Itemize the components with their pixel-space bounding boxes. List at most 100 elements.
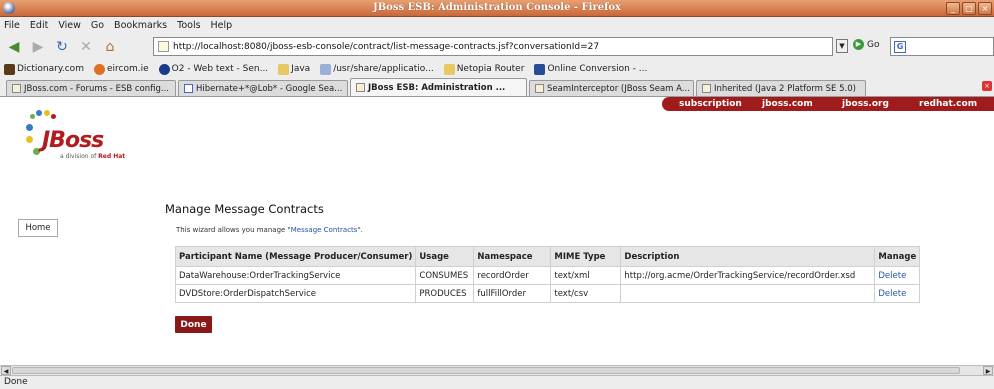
bookmarks-toolbar: Dictionary.com eircom.ie O2 - Web text -… bbox=[0, 60, 994, 78]
minimize-icon[interactable]: _ bbox=[946, 2, 960, 15]
cell-namespace: fullFillOrder bbox=[473, 284, 552, 303]
scrollbar-thumb[interactable] bbox=[12, 367, 960, 374]
bookmark-favicon-icon bbox=[93, 63, 105, 75]
logo-subtitle: a division of Red Hat bbox=[60, 153, 126, 160]
menu-bookmarks[interactable]: Bookmarks bbox=[114, 20, 167, 31]
url-bar[interactable]: http://localhost:8080/jboss-esb-console/… bbox=[153, 37, 833, 56]
cell-usage: PRODUCES bbox=[415, 284, 475, 303]
cell-participant: DataWarehouse:OrderTrackingService bbox=[174, 266, 417, 285]
home-icon[interactable]: ⌂ bbox=[100, 37, 120, 57]
reload-icon[interactable]: ↻ bbox=[52, 37, 72, 57]
bookmark-item[interactable]: eircom.ie bbox=[93, 63, 149, 75]
go-label: Go bbox=[867, 39, 880, 50]
menu-view[interactable]: View bbox=[58, 20, 81, 31]
bookmark-favicon-icon bbox=[4, 63, 15, 75]
bookmark-item[interactable]: Java bbox=[278, 63, 310, 75]
close-icon[interactable]: × bbox=[978, 2, 992, 15]
logo-dot bbox=[26, 136, 33, 143]
page-favicon-icon bbox=[158, 41, 169, 52]
close-tab-icon[interactable]: × bbox=[982, 81, 992, 91]
delete-link[interactable]: Delete bbox=[874, 284, 921, 303]
bookmark-item[interactable]: O2 - Web text - Sen... bbox=[158, 63, 268, 75]
bookmark-item[interactable]: Dictionary.com bbox=[4, 63, 84, 75]
logo-wordmark: JBoss bbox=[42, 128, 104, 153]
go-arrow-icon: ▶ bbox=[853, 39, 864, 50]
tab-favicon-icon bbox=[12, 84, 21, 93]
browser-tab[interactable]: SeamInterceptor (JBoss Seam A... bbox=[529, 80, 694, 96]
menu-tools[interactable]: Tools bbox=[177, 20, 200, 31]
col-usage: Usage bbox=[415, 246, 475, 267]
col-mime-type: MIME Type bbox=[550, 246, 622, 267]
scroll-left-icon[interactable]: ◀ bbox=[1, 366, 11, 375]
cell-usage: CONSUMES bbox=[415, 266, 475, 285]
tab-favicon-icon bbox=[356, 83, 365, 92]
logo-dot bbox=[30, 114, 35, 119]
tab-favicon-icon bbox=[184, 84, 193, 93]
home-link[interactable]: Home bbox=[18, 219, 58, 237]
window-controls: _ □ × bbox=[946, 2, 992, 15]
go-button[interactable]: ▶ Go bbox=[853, 39, 879, 50]
site-links-bar: subscription jboss.com jboss.org redhat.… bbox=[662, 97, 994, 111]
cell-participant: DVDStore:OrderDispatchService bbox=[174, 284, 417, 303]
menu-bar: File Edit View Go Bookmarks Tools Help bbox=[0, 17, 994, 34]
link-jboss-com[interactable]: jboss.com bbox=[762, 99, 813, 109]
col-participant: Participant Name (Message Producer/Consu… bbox=[174, 246, 417, 267]
folder-icon bbox=[443, 63, 455, 75]
bookmark-favicon-icon bbox=[158, 63, 170, 75]
delete-link[interactable]: Delete bbox=[874, 266, 921, 285]
bookmark-item[interactable]: Netopia Router bbox=[443, 63, 524, 75]
tab-favicon-icon bbox=[702, 84, 711, 93]
cell-description: http://org.acme/OrderTrackingService/rec… bbox=[620, 266, 876, 285]
scroll-right-icon[interactable]: ▶ bbox=[983, 366, 993, 375]
url-dropdown-icon[interactable]: ▼ bbox=[836, 39, 848, 53]
file-icon bbox=[320, 63, 332, 75]
navigation-toolbar: ◀ ▶ ↻ ✕ ⌂ http://localhost:8080/jboss-es… bbox=[0, 34, 994, 60]
page-title: Manage Message Contracts bbox=[165, 202, 324, 216]
stop-icon[interactable]: ✕ bbox=[76, 37, 96, 57]
table-header-row: Participant Name (Message Producer/Consu… bbox=[174, 246, 921, 267]
col-manage: Manage bbox=[874, 246, 921, 267]
url-text: http://localhost:8080/jboss-esb-console/… bbox=[173, 41, 600, 52]
bookmark-item[interactable]: Online Conversion - ... bbox=[534, 63, 647, 75]
cell-description bbox=[620, 284, 876, 303]
jboss-logo: JBoss a division of Red Hat bbox=[24, 110, 144, 170]
table-row: DataWarehouse:OrderTrackingService CONSU… bbox=[174, 266, 921, 285]
menu-file[interactable]: File bbox=[4, 20, 20, 31]
done-button[interactable]: Done bbox=[175, 316, 212, 333]
browser-tab[interactable]: JBoss.com - Forums - ESB config... bbox=[6, 80, 176, 96]
link-subscription[interactable]: subscription bbox=[679, 99, 742, 109]
bookmark-item[interactable]: /usr/share/applicatio... bbox=[320, 63, 434, 75]
tab-favicon-icon bbox=[535, 84, 544, 93]
logo-dot bbox=[44, 110, 50, 116]
tab-strip: JBoss.com - Forums - ESB config... Hiber… bbox=[0, 78, 994, 97]
browser-tab-active[interactable]: JBoss ESB: Administration ... bbox=[350, 78, 527, 96]
page-viewport: subscription jboss.com jboss.org redhat.… bbox=[0, 97, 994, 365]
logo-dot bbox=[33, 148, 40, 155]
browser-tab[interactable]: Hibernate+*@Lob* - Google Sea... bbox=[178, 80, 348, 96]
window-titlebar: JBoss ESB: Administration Console - Fire… bbox=[0, 0, 994, 17]
bookmark-favicon-icon bbox=[534, 63, 546, 75]
link-jboss-org[interactable]: jboss.org bbox=[842, 99, 889, 109]
folder-icon bbox=[278, 63, 290, 75]
search-input[interactable]: G bbox=[890, 37, 994, 56]
message-contracts-link[interactable]: Message Contracts bbox=[291, 226, 358, 234]
logo-dot bbox=[51, 114, 56, 119]
page-description: This wizard allows you manage "Message C… bbox=[176, 226, 363, 234]
browser-tab[interactable]: Inherited (Java 2 Platform SE 5.0) bbox=[696, 80, 866, 96]
horizontal-scrollbar[interactable]: ◀ ▶ bbox=[0, 365, 994, 375]
menu-go[interactable]: Go bbox=[91, 20, 104, 31]
col-description: Description bbox=[620, 246, 876, 267]
col-namespace: Namespace bbox=[473, 246, 552, 267]
window-title: JBoss ESB: Administration Console - Fire… bbox=[372, 2, 622, 13]
status-bar: Done bbox=[0, 375, 994, 389]
link-redhat-com[interactable]: redhat.com bbox=[919, 99, 977, 109]
menu-help[interactable]: Help bbox=[211, 20, 233, 31]
menu-edit[interactable]: Edit bbox=[30, 20, 48, 31]
cell-mime-type: text/csv bbox=[550, 284, 622, 303]
forward-icon[interactable]: ▶ bbox=[28, 37, 48, 57]
cell-mime-type: text/xml bbox=[550, 266, 622, 285]
back-icon[interactable]: ◀ bbox=[4, 37, 24, 57]
logo-dot bbox=[26, 124, 33, 131]
maximize-icon[interactable]: □ bbox=[962, 2, 976, 15]
logo-dot bbox=[36, 110, 42, 116]
